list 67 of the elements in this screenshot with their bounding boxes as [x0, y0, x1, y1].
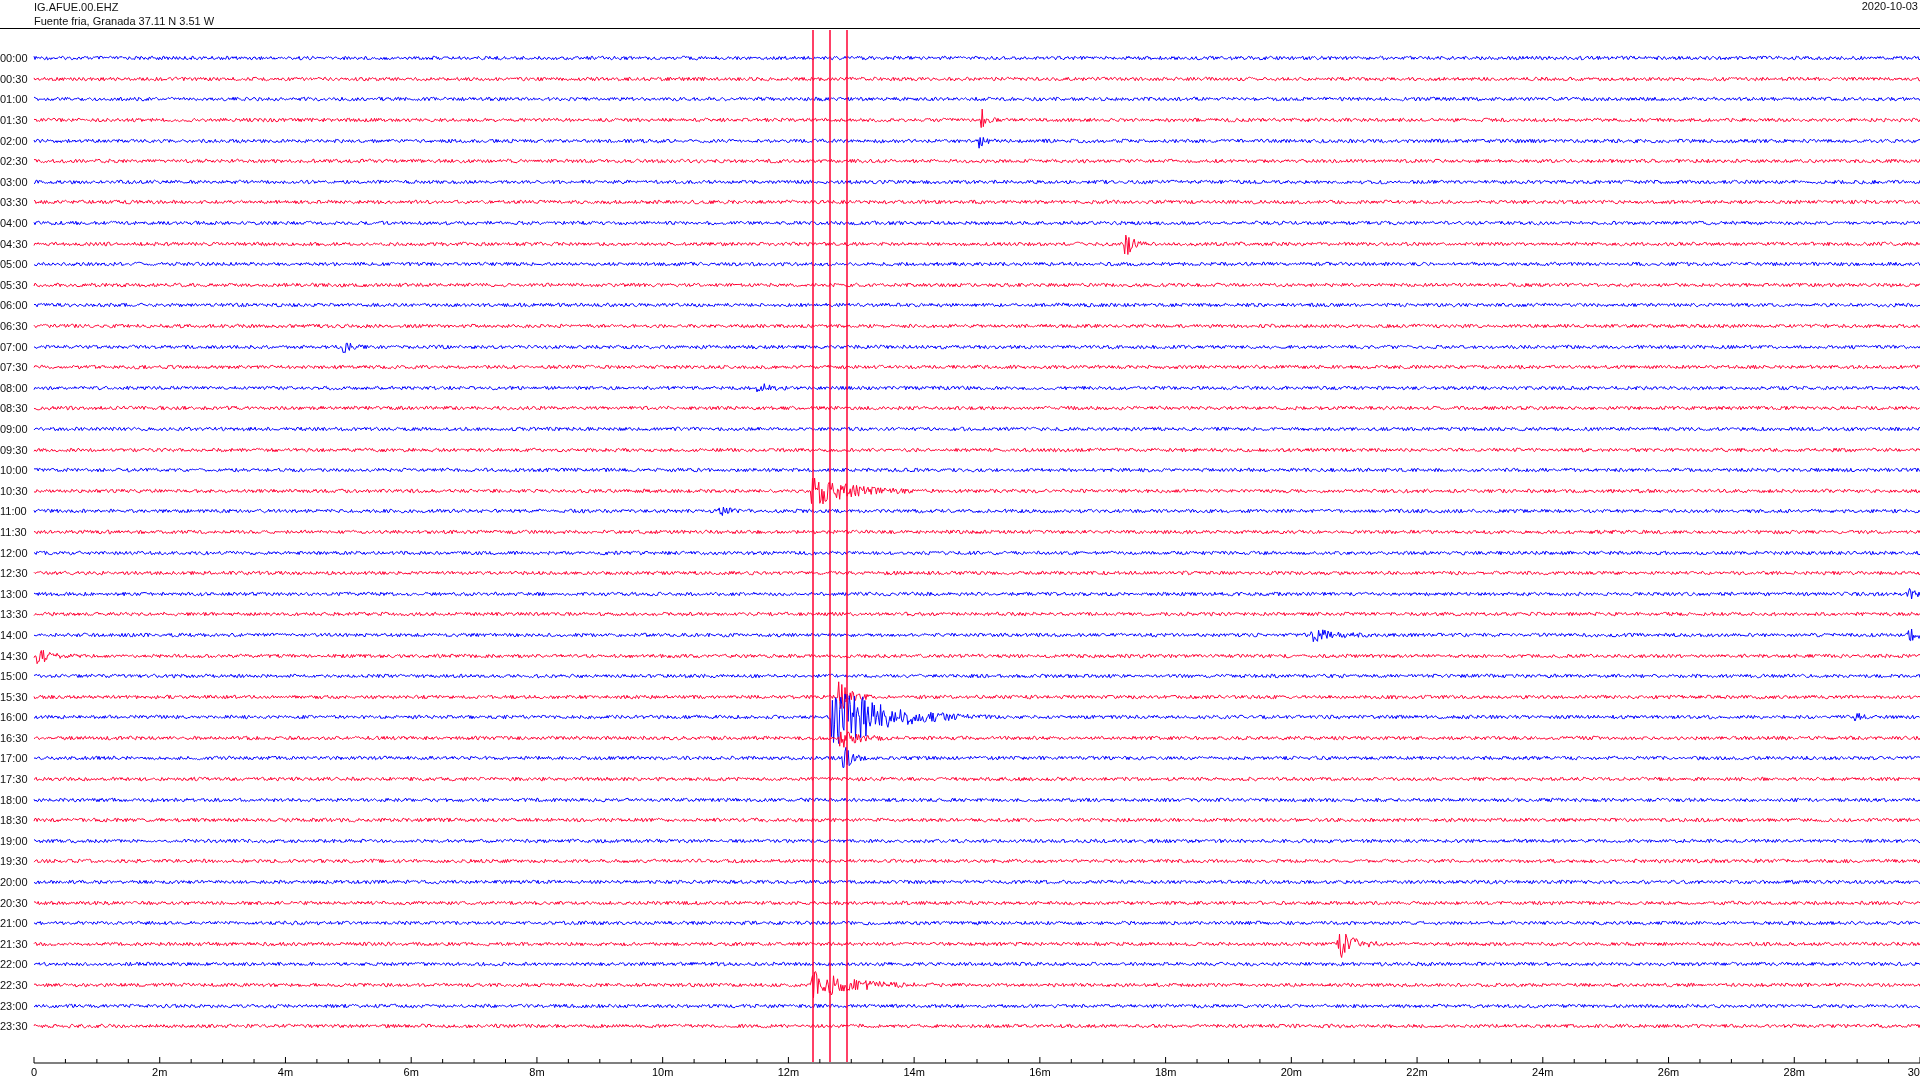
time-label: 05:00	[0, 258, 29, 271]
time-label: 09:00	[0, 423, 29, 435]
time-label: 03:00	[0, 175, 29, 188]
time-label: 00:00	[0, 52, 29, 65]
time-label: 01:30	[0, 114, 29, 127]
axis-tick-label: 12m	[777, 1065, 800, 1078]
time-label: 19:30	[0, 855, 29, 868]
axis-tick-label: 30	[1907, 1065, 1920, 1078]
axis-tick-label: 20m	[1280, 1065, 1303, 1078]
axis-tick-label: 14m	[903, 1065, 925, 1078]
time-label: 22:00	[0, 958, 29, 971]
time-label: 02:00	[0, 134, 29, 147]
axis-tick-label: 22m	[1406, 1065, 1428, 1078]
time-label: 23:30	[0, 1020, 29, 1033]
time-label: 13:00	[0, 587, 29, 600]
time-label: 04:30	[0, 237, 29, 250]
time-label: 14:00	[0, 628, 29, 641]
time-label: 04:00	[0, 217, 29, 230]
time-label: 08:00	[0, 381, 29, 394]
time-label: 17:30	[0, 773, 29, 786]
time-label: 22:30	[0, 979, 29, 991]
time-label: 19:00	[0, 834, 29, 847]
time-label: 06:30	[0, 320, 29, 332]
time-label: 21:30	[0, 937, 29, 950]
time-label: 23:00	[0, 999, 29, 1012]
time-label: 11:30	[0, 525, 28, 538]
time-label: 10:00	[0, 464, 29, 477]
time-label: 21:00	[0, 917, 29, 930]
time-label: 08:30	[0, 402, 29, 415]
axis-tick-label: 26m	[1657, 1065, 1680, 1078]
time-label: 02:30	[0, 155, 29, 168]
time-label: 10:30	[0, 484, 29, 497]
time-label: 15:30	[0, 690, 29, 703]
time-label: 14:30	[0, 649, 29, 662]
time-label: 00:30	[0, 72, 29, 85]
time-label: 17:00	[0, 752, 29, 765]
axis-tick-label: 24m	[1532, 1065, 1554, 1078]
time-label: 06:00	[0, 299, 29, 312]
time-label: 13:30	[0, 608, 29, 621]
time-label: 07:30	[0, 361, 29, 374]
axis-tick-label: 10m	[651, 1065, 674, 1078]
time-label: 11:00	[0, 505, 28, 518]
plot-date: 2020-10-03	[1861, 0, 1918, 14]
time-label: 18:00	[0, 793, 29, 806]
time-label: 09:30	[0, 443, 29, 456]
time-label: 16:00	[0, 711, 29, 724]
axis-tick-label: 18m	[1154, 1065, 1177, 1078]
axis-tick-label: 16m	[1029, 1065, 1051, 1078]
time-label: 03:30	[0, 196, 29, 209]
time-label: 07:00	[0, 340, 29, 353]
axis-tick-label: 28m	[1783, 1065, 1805, 1078]
time-label: 15:00	[0, 670, 29, 683]
station-location: Fuente fria, Granada 37.11 N 3.51 W	[34, 14, 215, 28]
time-label: 20:00	[0, 876, 29, 889]
time-label: 12:00	[0, 546, 29, 559]
time-label: 12:30	[0, 567, 29, 580]
axis-tick-label: 0	[30, 1065, 38, 1078]
axis-tick-label: 4m	[277, 1065, 294, 1078]
time-label: 16:30	[0, 731, 29, 744]
axis-tick-label: 8m	[529, 1065, 545, 1078]
time-label: 01:00	[0, 93, 29, 106]
axis-tick-label: 6m	[403, 1065, 419, 1078]
station-code: IG.AFUE.00.EHZ	[34, 0, 120, 14]
time-label: 05:30	[0, 278, 29, 291]
time-label: 20:30	[0, 896, 29, 909]
axis-tick-label: 2m	[152, 1065, 168, 1078]
time-label: 18:30	[0, 814, 29, 827]
